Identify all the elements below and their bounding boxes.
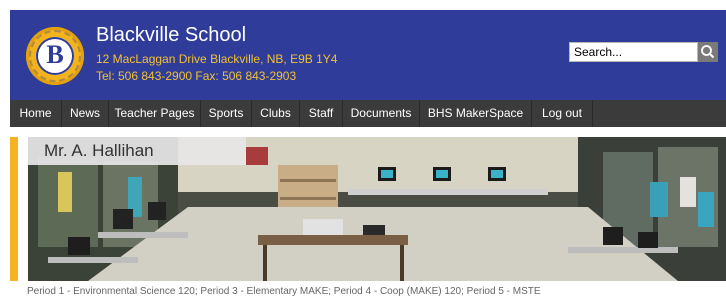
page: B Blackville School 12 MacLaggan Drive B…	[0, 0, 726, 297]
nav-item-sports[interactable]: Sports	[201, 100, 252, 127]
search-icon	[701, 45, 715, 59]
school-name[interactable]: Blackville School	[96, 24, 246, 47]
teacher-banner: Mr. A. Hallihan	[10, 127, 726, 281]
nav-item-news[interactable]: News	[62, 100, 109, 127]
nav-item-log-out[interactable]: Log out	[532, 100, 593, 127]
search-box	[569, 42, 718, 62]
class-periods: Period 1 - Environmental Science 120; Pe…	[27, 286, 541, 297]
search-input[interactable]	[569, 42, 698, 62]
nav-item-documents[interactable]: Documents	[343, 100, 420, 127]
site-header: B Blackville School 12 MacLaggan Drive B…	[10, 10, 726, 100]
nav-item-teacher-pages[interactable]: Teacher Pages	[109, 100, 201, 127]
nav-item-home[interactable]: Home	[10, 100, 62, 127]
nav-item-bhs-makerspace[interactable]: BHS MakerSpace	[420, 100, 532, 127]
teacher-name: Mr. A. Hallihan	[28, 137, 246, 165]
school-phone: Tel: 506 843-2900 Fax: 506 843-2903	[96, 69, 297, 83]
school-address: 12 MacLaggan Drive Blackville, NB, E9B 1…	[96, 52, 338, 66]
search-button[interactable]	[698, 42, 718, 62]
crest-letter: B	[46, 40, 64, 69]
banner-accent-bar	[10, 137, 18, 281]
school-crest-icon[interactable]: B	[26, 27, 84, 85]
nav-item-clubs[interactable]: Clubs	[252, 100, 300, 127]
nav-item-staff[interactable]: Staff	[300, 100, 343, 127]
main-nav: Home News Teacher Pages Sports Clubs Sta…	[10, 100, 726, 127]
